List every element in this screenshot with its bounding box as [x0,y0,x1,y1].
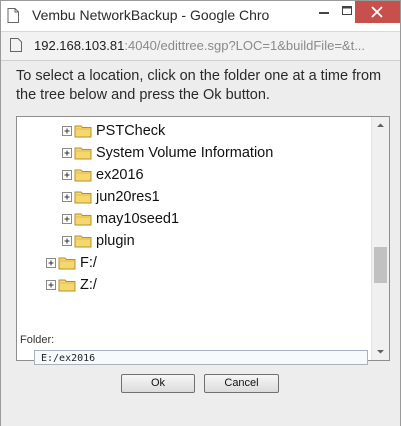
expand-plus-icon[interactable] [62,236,72,246]
folder-tree[interactable]: PSTCheck System Volume Information ex2016 j… [16,116,390,361]
folder-label: Folder: [20,334,55,346]
cancel-button[interactable]: Cancel [204,374,279,393]
minimize-button[interactable] [310,1,338,23]
folder-icon [58,279,76,292]
page-info-icon[interactable] [9,38,23,52]
expand-plus-icon[interactable] [62,126,72,136]
tree-item[interactable]: may10seed1 [62,208,179,230]
folder-icon [74,125,92,138]
folder-icon [74,213,92,226]
title-bar: Vembu NetworkBackup - Google Chro [1,1,400,31]
tree-scrollbar[interactable] [371,117,389,360]
ok-button[interactable]: Ok [121,374,195,393]
tree-item-label: System Volume Information [96,145,274,161]
tree-item[interactable]: PSTCheck [62,120,165,142]
tree-item-label: ex2016 [96,167,144,183]
folder-path-field[interactable]: E:/ex2016 [34,350,368,365]
tree-item-label: Z:/ [80,277,97,293]
address-bar[interactable]: 192.168.103.81:4040/edittree.sgp?LOC=1&b… [1,31,400,61]
window-title: Vembu NetworkBackup - Google Chro [32,7,270,23]
tree-item[interactable]: System Volume Information [62,142,273,164]
minimize-icon [319,12,329,14]
instructions-text: To select a location, click on the folde… [16,68,382,103]
url-host: 192.168.103.81 [34,38,125,53]
close-button[interactable] [355,1,400,23]
folder-icon [58,257,76,270]
scroll-up-arrow-icon[interactable] [372,117,389,134]
page-icon [7,8,19,23]
expand-plus-icon[interactable] [62,192,72,202]
tree-item-label: plugin [96,233,135,249]
tree-item[interactable]: F:/ [46,252,97,274]
expand-plus-icon[interactable] [62,148,72,158]
url-text[interactable]: 192.168.103.81:4040/edittree.sgp?LOC=1&b… [34,38,394,53]
expand-plus-icon[interactable] [62,214,72,224]
expand-plus-icon[interactable] [46,280,56,290]
tree-item[interactable]: jun20res1 [62,186,160,208]
folder-icon [74,191,92,204]
scroll-down-arrow-icon[interactable] [372,343,389,360]
folder-icon [74,147,92,160]
expand-plus-icon[interactable] [62,170,72,180]
tree-item[interactable]: Z:/ [46,274,97,296]
folder-icon [74,169,92,182]
tree-item-label: PSTCheck [96,123,166,139]
close-icon [371,6,383,18]
tree-item[interactable]: ex2016 [62,164,144,186]
url-path: :4040/edittree.sgp?LOC=1&buildFile=&t... [124,38,366,53]
expand-plus-icon[interactable] [46,258,56,268]
scroll-thumb[interactable] [374,247,387,283]
tree-item-label: may10seed1 [96,211,180,227]
folder-icon [74,235,92,248]
tree-item-label: jun20res1 [96,189,160,205]
browser-popup-window: Vembu NetworkBackup - Google Chro 192.16… [0,0,401,426]
tree-item-label: F:/ [80,255,97,271]
tree-item[interactable]: plugin [62,230,135,252]
dialog-content: To select a location, click on the folde… [1,60,400,426]
